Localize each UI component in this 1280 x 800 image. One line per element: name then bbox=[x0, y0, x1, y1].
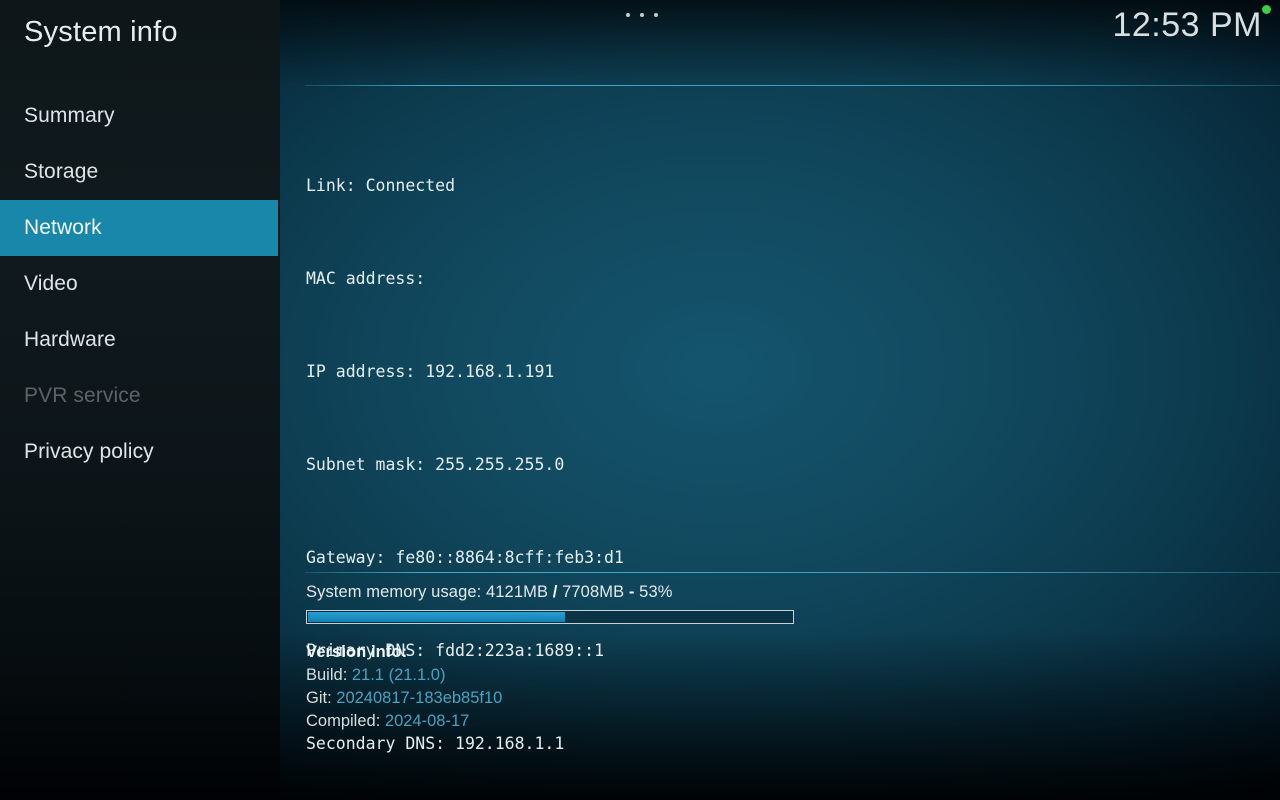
memory-divider: / bbox=[553, 583, 558, 601]
content-panel: Link: Connected MAC address: IP address:… bbox=[280, 0, 1280, 800]
sidebar-item-video[interactable]: Video bbox=[0, 256, 280, 312]
clock-label: 12:53 PM bbox=[1112, 6, 1262, 45]
sidebar-item-summary[interactable]: Summary bbox=[0, 88, 280, 144]
version-value-build: 21.1 (21.1.0) bbox=[352, 666, 446, 684]
sidebar-item-storage[interactable]: Storage bbox=[0, 144, 280, 200]
ellipsis-dot-3 bbox=[654, 13, 658, 17]
memory-progress-bar bbox=[306, 610, 794, 624]
version-row-compiled: Compiled: 2024-08-17 bbox=[306, 710, 1256, 733]
memory-dash: - bbox=[629, 583, 635, 601]
ellipsis-dot-2 bbox=[640, 13, 644, 17]
footer-panel: System memory usage: 4121MB / 7708MB - 5… bbox=[306, 582, 1256, 733]
version-row-build: Build: 21.1 (21.1.0) bbox=[306, 664, 1256, 687]
sidebar-item-hardware[interactable]: Hardware bbox=[0, 312, 280, 368]
page-title: System info bbox=[24, 16, 178, 49]
info-row-ip-address: IP address: 192.168.1.191 bbox=[306, 356, 624, 387]
memory-percent-value: 53% bbox=[639, 583, 672, 601]
version-label-compiled: Compiled: bbox=[306, 712, 380, 730]
memory-usage-label: System memory usage: 4121MB / 7708MB - 5… bbox=[306, 582, 1256, 602]
info-row-gateway: Gateway: fe80::8864:8cff:feb3:d1 bbox=[306, 542, 624, 573]
memory-usage-text: System memory usage: bbox=[306, 583, 481, 601]
version-label-build: Build: bbox=[306, 666, 347, 684]
version-value-compiled: 2024-08-17 bbox=[385, 712, 469, 730]
info-row-subnet-mask: Subnet mask: 255.255.255.0 bbox=[306, 449, 624, 480]
memory-used-value: 4121MB bbox=[486, 583, 548, 601]
sidebar: System info Summary Storage Network Vide… bbox=[0, 0, 280, 800]
ellipsis-icon[interactable] bbox=[626, 8, 658, 22]
sidebar-item-network[interactable]: Network bbox=[0, 200, 278, 256]
version-value-git: 20240817-183eb85f10 bbox=[336, 689, 502, 707]
info-row-mac-address: MAC address: bbox=[306, 263, 624, 294]
version-info-block: Version info: Build: 21.1 (21.1.0) Git: … bbox=[306, 641, 1256, 733]
sidebar-menu: Summary Storage Network Video Hardware P… bbox=[0, 88, 280, 480]
sidebar-item-pvr-service: PVR service bbox=[0, 368, 280, 424]
info-row-link: Link: Connected bbox=[306, 170, 624, 201]
system-info-screen: Link: Connected MAC address: IP address:… bbox=[0, 0, 1280, 800]
version-row-git: Git: 20240817-183eb85f10 bbox=[306, 687, 1256, 710]
top-separator bbox=[305, 85, 1280, 86]
ellipsis-dot-1 bbox=[626, 13, 630, 17]
version-label-git: Git: bbox=[306, 689, 332, 707]
memory-total-value: 7708MB bbox=[562, 583, 624, 601]
status-indicator-icon bbox=[1262, 5, 1271, 14]
memory-progress-fill bbox=[308, 612, 565, 622]
version-info-title: Version info: bbox=[306, 641, 1256, 664]
sidebar-item-privacy-policy[interactable]: Privacy policy bbox=[0, 424, 280, 480]
